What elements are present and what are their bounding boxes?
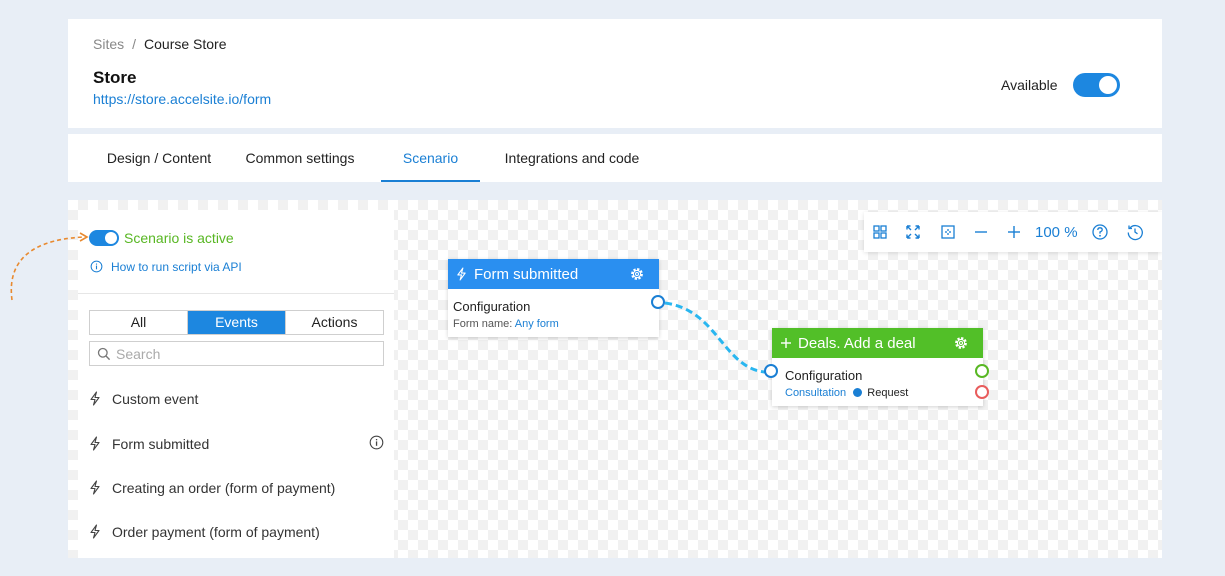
filter-events-button[interactable]: Events	[188, 311, 286, 334]
error-port[interactable]	[975, 385, 989, 399]
form-name-value[interactable]: Any form	[515, 318, 559, 330]
events-panel: Scenario is active How to run script via…	[78, 210, 394, 558]
breadcrumb-current: Course Store	[144, 36, 227, 52]
event-item-order-payment[interactable]: Order payment (form of payment)	[89, 521, 389, 543]
filter-all-button[interactable]: All	[90, 311, 188, 334]
fit-screen-icon[interactable]	[904, 223, 922, 241]
site-url-link[interactable]: https://store.accelsite.io/form	[93, 91, 271, 107]
event-label: Creating an order (form of payment)	[112, 480, 336, 496]
event-label: Form submitted	[112, 436, 210, 452]
info-icon[interactable]	[369, 435, 384, 450]
history-icon[interactable]	[1126, 223, 1144, 241]
lightning-icon	[90, 436, 100, 451]
filter-actions-button[interactable]: Actions	[286, 311, 383, 334]
lightning-icon	[90, 391, 100, 406]
output-port[interactable]	[651, 295, 665, 309]
node-add-deal[interactable]: Deals. Add a deal Configuration Consulta…	[764, 328, 989, 406]
canvas-toolbar: 100 %	[864, 212, 1162, 252]
site-header: Sites / Course Store Store https://store.a…	[68, 19, 1162, 128]
available-label: Available	[1001, 77, 1058, 93]
event-item-custom-event[interactable]: Custom event	[89, 388, 389, 410]
zoom-out-icon[interactable]	[972, 223, 990, 241]
tabs-bar: Design / Content Common settings Scenari…	[68, 134, 1162, 182]
breadcrumb: Sites / Course Store	[93, 36, 227, 52]
node-header: Form submitted	[448, 259, 659, 289]
frame-icon[interactable]	[939, 223, 957, 241]
search-input[interactable]	[116, 344, 376, 363]
status-dot	[853, 388, 863, 397]
input-port[interactable]	[764, 364, 778, 378]
zoom-in-icon[interactable]	[1005, 223, 1023, 241]
search-box	[89, 341, 384, 366]
toggle-knob	[1099, 76, 1117, 94]
toggle-knob	[105, 232, 117, 244]
node-config-detail: Form name: Any form	[453, 318, 559, 330]
tab-design-content[interactable]: Design / Content	[78, 134, 240, 182]
lightning-icon	[90, 524, 100, 539]
node-title: Deals. Add a deal	[798, 335, 916, 352]
scenario-active-toggle[interactable]	[89, 230, 119, 246]
grid-icon[interactable]	[871, 223, 889, 241]
event-item-creating-an-order[interactable]: Creating an order (form of payment)	[89, 477, 389, 499]
form-name-key: Form name:	[453, 318, 513, 330]
event-label: Order payment (form of payment)	[112, 524, 320, 540]
node-config-label: Configuration	[785, 368, 863, 383]
tab-common-settings[interactable]: Common settings	[240, 134, 360, 182]
deal-stage-label: Request	[867, 387, 909, 399]
event-item-form-submitted[interactable]: Form submitted	[89, 433, 389, 455]
search-icon	[97, 347, 111, 361]
available-toggle[interactable]	[1073, 73, 1120, 97]
breadcrumb-separator: /	[132, 36, 137, 52]
gear-icon[interactable]	[953, 335, 969, 351]
event-filter: All Events Actions	[89, 310, 384, 335]
scenario-workspace[interactable]: Scenario is active How to run script via…	[68, 200, 1162, 558]
node-form-submitted[interactable]: Form submitted Configuration Form name: …	[448, 259, 665, 337]
tab-integrations-and-code[interactable]: Integrations and code	[490, 134, 654, 182]
node-config-label: Configuration	[453, 299, 531, 314]
zoom-level: 100 %	[1035, 224, 1078, 241]
info-icon	[90, 260, 103, 273]
page-title: Store	[93, 68, 137, 87]
node-config-detail: Consultation Request	[785, 387, 908, 399]
scenario-status: Scenario is active	[124, 230, 234, 246]
event-label: Custom event	[112, 391, 199, 407]
divider	[78, 293, 394, 294]
api-help-link[interactable]: How to run script via API	[111, 260, 242, 274]
success-port[interactable]	[975, 364, 989, 378]
lightning-icon	[457, 267, 466, 281]
lightning-icon	[90, 480, 100, 495]
deal-type-value[interactable]: Consultation	[785, 387, 846, 399]
tab-scenario[interactable]: Scenario	[381, 134, 480, 182]
help-icon[interactable]	[1091, 223, 1109, 241]
breadcrumb-sites[interactable]: Sites	[93, 36, 124, 52]
node-header: Deals. Add a deal	[772, 328, 983, 358]
plus-icon	[781, 338, 791, 348]
node-title: Form submitted	[474, 266, 579, 283]
gear-icon[interactable]	[629, 266, 645, 282]
